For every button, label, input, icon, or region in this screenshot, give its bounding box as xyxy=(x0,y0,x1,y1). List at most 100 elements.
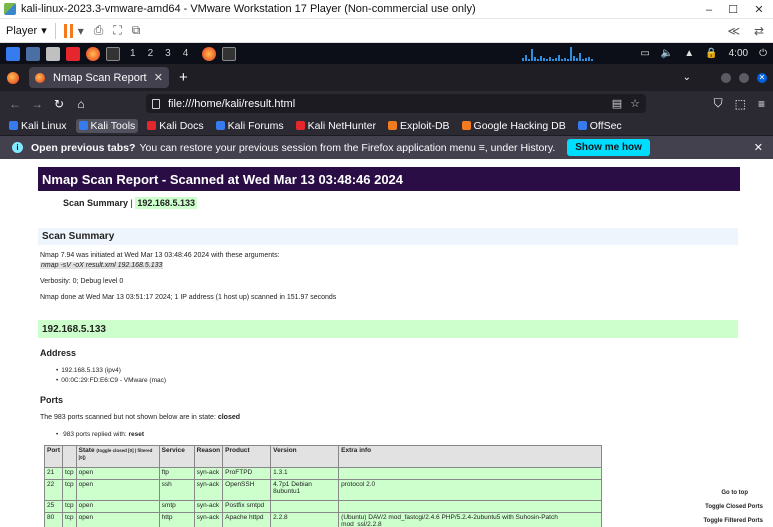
notification-icon[interactable]: ▲ xyxy=(684,48,694,59)
close-button[interactable]: ✕ xyxy=(747,0,771,19)
table-cell: syn-ack xyxy=(193,500,224,513)
send-keys-icon[interactable]: ⎙ xyxy=(94,23,104,38)
table-cell: ftp xyxy=(158,467,195,480)
maximize-button[interactable]: ☐ xyxy=(721,0,745,19)
table-cell: open xyxy=(75,512,160,527)
window-minimize-icon[interactable] xyxy=(721,72,731,83)
window-maximize-icon[interactable] xyxy=(739,72,749,83)
table-cell: syn-ack xyxy=(193,512,224,527)
window-close-icon[interactable]: ✕ xyxy=(757,72,767,83)
table-cell: 22 xyxy=(44,479,63,501)
new-tab-button[interactable]: + xyxy=(179,69,188,86)
pocket-icon[interactable]: ⛉ xyxy=(714,96,723,111)
bookmark-exploit-db[interactable]: Exploit-DB xyxy=(385,119,453,133)
firefox-task-icon[interactable] xyxy=(202,46,217,61)
cpu-graph xyxy=(522,47,618,61)
firefox-icon[interactable] xyxy=(86,46,100,61)
notification-close-icon[interactable]: ✕ xyxy=(754,141,763,154)
tab-title: Nmap Scan Report - Scanned xyxy=(53,71,150,84)
fit-window-icon[interactable]: ⛶ xyxy=(113,23,121,38)
bookmark-kali-forums[interactable]: Kali Forums xyxy=(213,119,287,133)
clock[interactable]: 4:00 xyxy=(729,48,748,59)
bookmark-kali-nethunter[interactable]: Kali NetHunter xyxy=(293,119,379,133)
table-cell: open xyxy=(75,500,160,513)
ports-reply-bullet: 983 ports replied with: reset xyxy=(56,431,144,438)
table-cell: ssh xyxy=(158,479,195,501)
tab-close-icon[interactable]: ✕ xyxy=(154,71,163,84)
desktop-icon[interactable] xyxy=(26,46,40,61)
address-mac: 00:0C:29:FD:E6:C9 - VMware (mac) xyxy=(56,377,166,384)
firefox-view-icon[interactable] xyxy=(7,71,19,84)
lock-icon[interactable]: 🔒 xyxy=(705,48,717,59)
table-row: 22 tcp open ssh syn-ack OpenSSH 4.7p1 Debian 8… xyxy=(44,479,602,501)
ports-table-header: Port State (toggle closed [0] | filtered… xyxy=(44,445,602,468)
reload-icon[interactable]: ↻ xyxy=(48,97,70,111)
connect-device-icon[interactable]: ⇄ xyxy=(754,24,764,38)
workspace-1[interactable]: 1 xyxy=(130,48,136,59)
col-reason: Reason xyxy=(193,445,224,468)
player-menu[interactable]: Player ▾ xyxy=(6,24,47,38)
report-title: Nmap Scan Report - Scanned at Wed Mar 13… xyxy=(38,167,740,191)
display-icon[interactable]: ▭ xyxy=(640,48,649,59)
show-me-how-button[interactable]: Show me how xyxy=(567,139,650,156)
reader-view-icon[interactable]: ▤ xyxy=(612,97,622,110)
table-cell: open xyxy=(75,467,160,480)
kali-menu-icon[interactable] xyxy=(6,46,20,61)
file-manager-icon[interactable] xyxy=(46,46,60,61)
table-cell: 21 xyxy=(44,467,63,480)
ports-note-state: closed xyxy=(217,414,241,421)
scan-summary-header: Scan Summary xyxy=(38,228,738,245)
bookmark-kali-linux[interactable]: Kali Linux xyxy=(6,119,70,133)
bookmark-kali-tools[interactable]: Kali Tools xyxy=(75,118,139,133)
go-to-top-link[interactable]: Go to top xyxy=(721,490,748,496)
col-proto xyxy=(62,445,77,468)
terminal-window-icon[interactable] xyxy=(106,46,120,61)
chevron-down-icon[interactable]: ▾ xyxy=(78,24,84,38)
workspace-2[interactable]: 2 xyxy=(148,48,154,59)
power-icon[interactable]: ⏻ xyxy=(759,48,767,59)
extensions-icon[interactable]: ⬚ xyxy=(735,97,746,111)
firefox-tab-strip: Nmap Scan Report - Scanned ✕ + ⌄ ✕ xyxy=(0,64,773,91)
workspace-3[interactable]: 3 xyxy=(165,48,171,59)
info-icon: i xyxy=(12,142,23,153)
bookmark-favicon-icon xyxy=(78,121,88,130)
bookmark-star-icon[interactable]: ☆ xyxy=(630,97,640,110)
url-bar[interactable]: file:///home/kali/result.html ▤ ☆ xyxy=(146,94,646,113)
pause-icon[interactable] xyxy=(63,23,73,38)
bookmark-kali-docs[interactable]: Kali Docs xyxy=(144,119,206,133)
fullscreen-icon[interactable]: ⧉ xyxy=(132,23,141,38)
volume-icon[interactable]: 🔈 xyxy=(661,48,673,59)
kali-top-panel: 1 2 3 4 ▭ 🔈 ▲ 🔒 4:00 ⏻ xyxy=(0,43,773,64)
minimize-button[interactable]: – xyxy=(697,0,721,19)
page-icon xyxy=(152,98,160,109)
tab-nmap-report[interactable]: Nmap Scan Report - Scanned ✕ xyxy=(29,67,169,88)
address-header: Address xyxy=(40,348,77,358)
app-menu-icon[interactable]: ≡ xyxy=(758,97,765,111)
firefox-nav-bar: ← → ↻ ⌂ file:///home/kali/result.html ▤ … xyxy=(0,91,773,116)
host-link[interactable]: 192.168.5.133 xyxy=(135,197,197,209)
workspace-4[interactable]: 4 xyxy=(183,48,189,59)
terminal-task-icon[interactable] xyxy=(222,46,237,61)
vmware-toolbar: Player ▾ ▾ ⎙ ⛶ ⧉ ≪ ⇄ xyxy=(0,19,773,43)
table-cell xyxy=(338,500,602,513)
tab-favicon-icon xyxy=(35,72,45,83)
home-icon[interactable]: ⌂ xyxy=(70,97,92,111)
bookmark-google-hacking-db[interactable]: Google Hacking DB xyxy=(459,119,569,133)
window-title: kali-linux-2023.3-vmware-amd64 - VMware … xyxy=(21,3,476,15)
list-tabs-icon[interactable]: ⌄ xyxy=(683,72,691,83)
toggle-closed-ports-link[interactable]: Toggle Closed Ports xyxy=(705,504,763,510)
back-arrow-icon[interactable]: ← xyxy=(4,97,26,111)
toggle-filtered-ports-link[interactable]: Toggle Filtered Ports xyxy=(703,518,763,524)
player-menu-label: Player xyxy=(6,24,38,37)
bookmark-offsec[interactable]: OffSec xyxy=(575,119,625,133)
col-version: Version xyxy=(270,445,340,468)
bookmark-label: Kali NetHunter xyxy=(307,119,376,132)
terminal-icon[interactable] xyxy=(66,46,80,61)
bookmark-label: Exploit-DB xyxy=(399,119,450,132)
bookmark-favicon-icon xyxy=(461,121,471,130)
scan-summary-link[interactable]: Scan Summary xyxy=(63,198,128,208)
collapse-toolbar-icon[interactable]: ≪ xyxy=(727,24,740,38)
forward-arrow-icon[interactable]: → xyxy=(26,97,48,111)
tab-strip-controls: ⌄ ✕ xyxy=(683,64,767,91)
table-cell: 4.7p1 Debian 8ubuntu1 xyxy=(270,479,340,501)
